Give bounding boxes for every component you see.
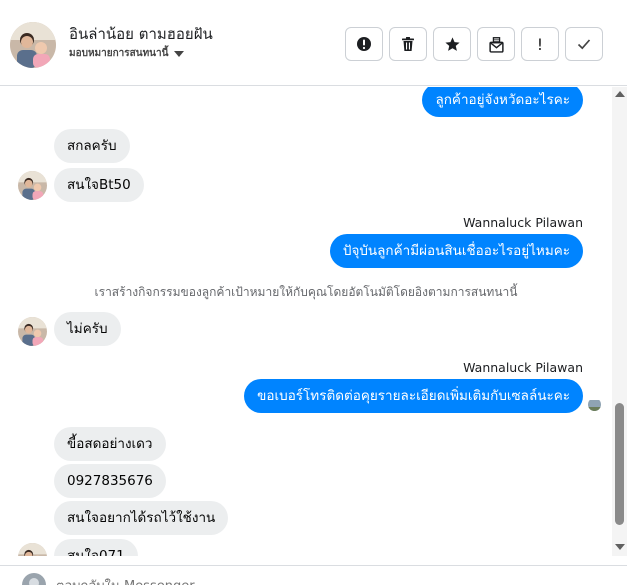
conversation-header: อินล่าน้อย ตามฮอยฝัน มอบหมายการสนทนานี้	[0, 0, 627, 86]
reply-input[interactable]	[56, 574, 596, 585]
star-button[interactable]	[433, 27, 471, 61]
done-check-icon	[577, 39, 591, 50]
outgoing-message[interactable]: ปัจุบันลูกค้ามีผ่อนสินเชื่ออะไรอยู่ไหมคะ	[329, 234, 583, 268]
scroll-up-arrow-icon[interactable]	[615, 91, 625, 97]
mark-unread-icon	[488, 36, 504, 53]
done-button[interactable]	[565, 27, 603, 61]
contact-avatar-small	[18, 543, 47, 556]
trash-icon	[402, 37, 414, 51]
spam-button[interactable]	[345, 27, 383, 61]
contact-avatar-small	[18, 171, 47, 200]
incoming-message[interactable]: สนใจ071	[54, 539, 138, 556]
incoming-message[interactable]: ไม่ครับ	[54, 312, 121, 346]
assign-conversation-dropdown[interactable]: มอบหมายการสนทนานี้	[69, 46, 185, 61]
scrollbar-thumb[interactable]	[615, 403, 624, 525]
reply-composer	[0, 565, 627, 585]
conversation-toolbar: !	[345, 27, 603, 61]
incoming-message[interactable]: 0927835676	[54, 464, 166, 498]
thread-scrollbar[interactable]	[612, 87, 627, 556]
seen-avatar	[588, 398, 601, 411]
page-avatar	[22, 573, 46, 585]
follow-up-icon: !	[536, 34, 544, 54]
scroll-down-arrow-icon[interactable]	[615, 544, 625, 550]
sender-name: Wannaluck Pilawan	[463, 360, 583, 375]
alert-circle-icon	[357, 37, 371, 51]
follow-up-button[interactable]: !	[521, 27, 559, 61]
contact-avatar[interactable]	[10, 22, 56, 68]
system-notice: เราสร้างกิจกรรมของลูกค้าเป้าหมายให้กับคุ…	[94, 285, 518, 299]
contact-name: อินล่าน้อย ตามฮอยฝัน	[69, 25, 213, 43]
incoming-message[interactable]: ขี้อสดอย่างเดว	[54, 427, 166, 461]
incoming-message[interactable]: สกลครับ	[54, 129, 130, 163]
star-icon	[444, 36, 460, 51]
contact-avatar-small	[18, 317, 47, 346]
mark-unread-button[interactable]	[477, 27, 515, 61]
message-thread[interactable]: ลูกค้าอยู่จังหวัดอะไรคะ สกลครับ สนใจBt50…	[0, 87, 612, 556]
incoming-message[interactable]: สนใจอยากได้รถไว้ใช้งาน	[54, 501, 229, 535]
caret-down-icon	[174, 51, 185, 57]
incoming-message[interactable]: สนใจBt50	[54, 168, 144, 202]
delete-button[interactable]	[389, 27, 427, 61]
outgoing-message[interactable]: ขอเบอร์โทรติดต่อคุยรายละเอียดเพิ่มเติมกั…	[244, 379, 583, 413]
assign-conversation-label: มอบหมายการสนทนานี้	[69, 48, 169, 59]
sender-name: Wannaluck Pilawan	[463, 215, 583, 230]
outgoing-message[interactable]: ลูกค้าอยู่จังหวัดอะไรคะ	[422, 87, 583, 117]
